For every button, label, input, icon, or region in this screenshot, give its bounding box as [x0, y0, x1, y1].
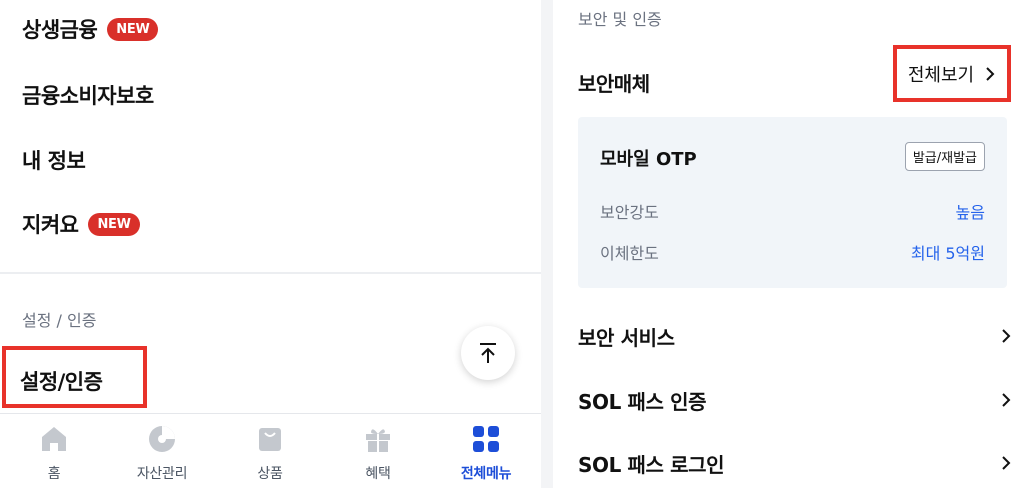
security-media-title: 보안매체: [578, 72, 650, 96]
pie-chart-icon: [149, 426, 175, 452]
tab-label: 혜택: [365, 466, 391, 482]
panel-divider: [541, 0, 553, 488]
chevron-right-icon: [1002, 393, 1011, 407]
tab-label: 상품: [257, 466, 283, 482]
highlight-box: [893, 45, 1011, 102]
issue-reissue-button[interactable]: 발급/재발급: [904, 142, 985, 171]
security-panel: 보안 및 인증 보안매체 전체보기 모바일 OTP 발급/재발급 보안강도 높음…: [553, 0, 1024, 488]
grid-icon: [473, 426, 499, 452]
menu-item-consumer-protection[interactable]: 금융소비자보호: [22, 80, 154, 110]
bottom-tab-bar: 홈 자산관리 상품 혜택 전체메뉴: [0, 413, 541, 488]
tab-all-menu[interactable]: 전체메뉴: [432, 414, 540, 488]
menu-item-protect[interactable]: 지켜요 NEW: [22, 209, 140, 239]
highlight-box: [2, 346, 147, 408]
row-label: SOL 패스 인증: [578, 389, 707, 414]
row-sol-pass-login[interactable]: SOL 패스 로그인: [578, 443, 1012, 483]
menu-item-win-win-finance[interactable]: 상생금융 NEW: [22, 14, 159, 44]
section-divider: [0, 272, 541, 274]
tab-benefits[interactable]: 혜택: [324, 414, 432, 488]
chevron-right-icon: [1002, 329, 1011, 343]
tab-products[interactable]: 상품: [216, 414, 324, 488]
arrow-up-icon: [480, 343, 496, 363]
menu-item-label: 내 정보: [22, 149, 86, 173]
bag-icon: [259, 428, 281, 451]
section-label-settings: 설정 / 인증: [22, 311, 97, 330]
otp-card: 모바일 OTP 발급/재발급 보안강도 높음 이체한도 최대 5억원: [578, 117, 1007, 288]
new-badge: NEW: [88, 212, 140, 236]
new-badge: NEW: [107, 17, 159, 41]
tab-label: 전체메뉴: [460, 466, 512, 482]
transfer-limit-label: 이체한도: [600, 244, 659, 263]
row-sol-pass-auth[interactable]: SOL 패스 인증: [578, 380, 1012, 420]
transfer-limit-value: 최대 5억원: [910, 244, 985, 263]
row-label: 보안 서비스: [578, 325, 675, 350]
scroll-to-top-button[interactable]: [461, 326, 515, 380]
home-icon: [42, 427, 66, 451]
menu-item-my-info[interactable]: 내 정보: [22, 145, 86, 175]
tab-home[interactable]: 홈: [0, 414, 108, 488]
menu-item-label: 상생금융: [22, 18, 98, 42]
chevron-right-icon: [1002, 456, 1011, 470]
menu-item-label: 금융소비자보호: [22, 84, 154, 108]
row-label: SOL 패스 로그인: [578, 452, 725, 477]
menu-item-label: 지켜요: [22, 213, 79, 237]
tab-asset-management[interactable]: 자산관리: [108, 414, 216, 488]
tab-label: 자산관리: [136, 466, 188, 482]
strength-value: 높음: [955, 203, 985, 222]
strength-label: 보안강도: [600, 203, 659, 222]
left-menu-panel: 상생금융 NEW 금융소비자보호 내 정보 지켜요 NEW 설정 / 인증 설정…: [0, 0, 541, 488]
gift-icon: [366, 429, 390, 452]
device-name: 모바일 OTP: [600, 149, 697, 170]
tab-label: 홈: [47, 466, 61, 482]
row-security-service[interactable]: 보안 서비스: [578, 316, 1012, 356]
section-label-security: 보안 및 인증: [578, 10, 662, 29]
